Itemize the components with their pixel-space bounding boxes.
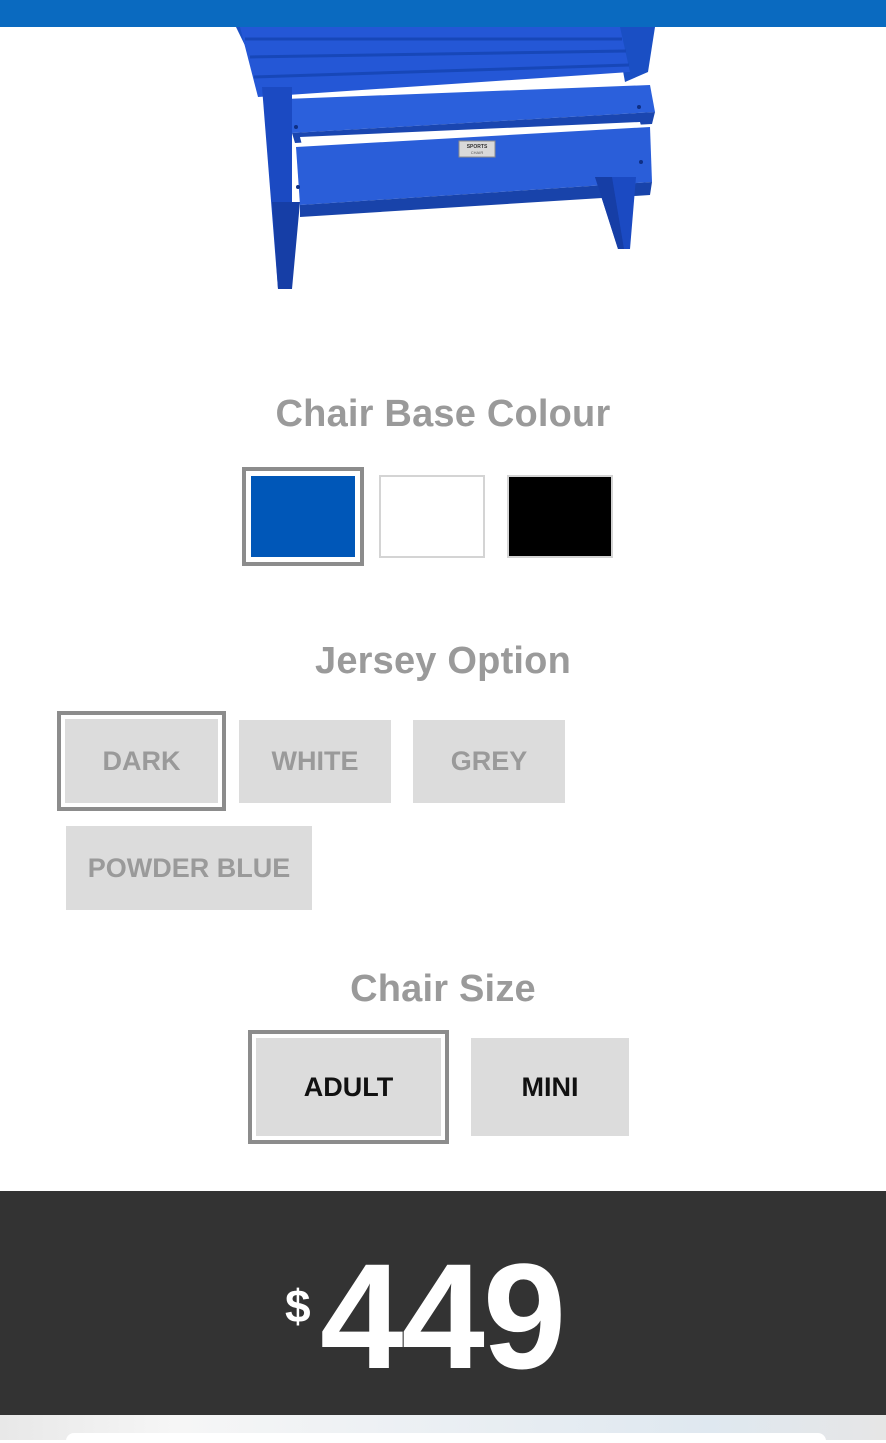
swatch-black[interactable] <box>507 475 613 558</box>
bottom-pill <box>66 1433 826 1443</box>
chair-base-colour-title: Chair Base Colour <box>275 393 611 435</box>
bottom-strip <box>0 1415 886 1443</box>
chair-illustration: SPORTS CHAIR <box>236 27 655 289</box>
chair-size-title: Chair Size <box>350 968 536 1010</box>
svg-text:CHAIR: CHAIR <box>471 150 484 155</box>
size-option-mini[interactable]: MINI <box>471 1038 629 1136</box>
jersey-option-white[interactable]: WHITE <box>239 720 391 803</box>
size-option-adult[interactable]: ADULT <box>248 1030 449 1144</box>
top-bar <box>0 0 886 27</box>
swatch-blue-fill <box>251 476 355 557</box>
jersey-option-dark[interactable]: DARK <box>57 711 226 811</box>
price-amount: 449 <box>320 1232 566 1400</box>
swatch-white-fill <box>379 475 485 558</box>
swatch-black-fill <box>507 475 613 558</box>
jersey-option-grey[interactable]: GREY <box>413 720 565 803</box>
swatch-blue[interactable] <box>242 467 364 566</box>
price-bar: $ 449 <box>0 1191 886 1415</box>
jersey-option-powder-blue[interactable]: POWDER BLUE <box>66 826 312 910</box>
product-image: SPORTS CHAIR <box>0 27 886 327</box>
jersey-option-title: Jersey Option <box>314 640 572 682</box>
price-display: $ 449 <box>0 1191 886 1415</box>
swatch-white[interactable] <box>379 475 485 558</box>
price-currency: $ <box>285 1280 311 1332</box>
